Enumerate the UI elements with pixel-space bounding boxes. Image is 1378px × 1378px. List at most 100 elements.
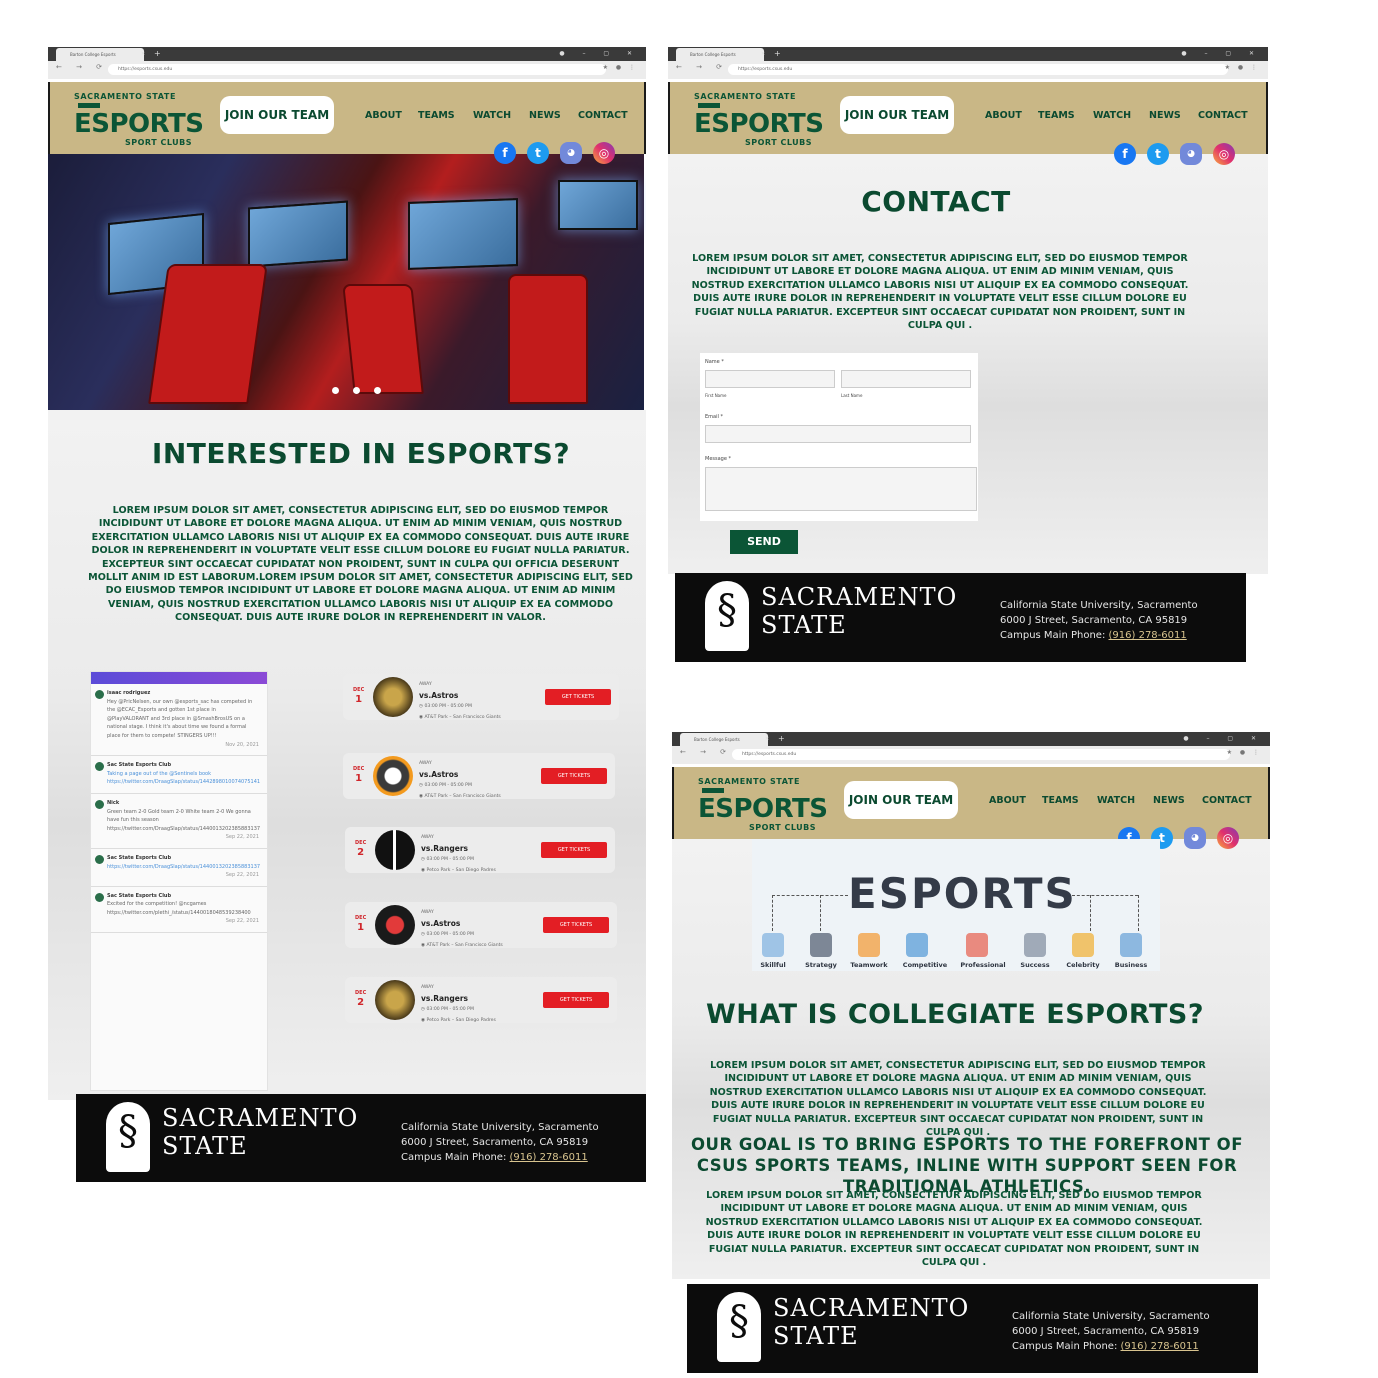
get-tickets-button[interactable]: GET TICKETS [541, 842, 607, 858]
esports-logo[interactable]: SACRAMENTO STATE ESPORTS SPORT CLUBS [698, 777, 828, 832]
last-name-label: Last Name [841, 393, 863, 398]
browser-tab[interactable]: Barton College Esports [676, 48, 764, 61]
instagram-icon[interactable]: ◎ [1217, 827, 1239, 849]
join-team-button[interactable]: JOIN OUR TEAM [220, 96, 334, 134]
browser-tab[interactable]: Barton College Esports [56, 48, 144, 61]
twitter-icon[interactable]: t [1147, 143, 1169, 165]
contact-form: Name * First Name Last Name Email * Mess… [700, 353, 978, 521]
extension-icons[interactable]: ★ ● ⋮ [603, 64, 638, 71]
nav-watch[interactable]: WATCH [1097, 795, 1135, 806]
get-tickets-button[interactable]: GET TICKETS [543, 917, 609, 933]
address-bar[interactable]: https://esports.csus.edu [728, 64, 1228, 75]
nav-contact[interactable]: CONTACT [1198, 110, 1248, 121]
address-bar[interactable]: https://esports.csus.edu [108, 64, 606, 75]
close-tab-icon[interactable]: ✕ [765, 732, 769, 746]
instagram-icon[interactable]: ◎ [593, 142, 615, 164]
site-footer: § SACRAMENTO STATE California State Unive… [76, 1094, 646, 1182]
address-bar[interactable]: https://esports.csus.edu [732, 749, 1230, 760]
event-date: DEC 2 [355, 990, 367, 1008]
carousel-dots[interactable] [332, 379, 395, 398]
get-tickets-button[interactable]: GET TICKETS [545, 689, 611, 705]
window-controls[interactable]: ● – ▢ ✕ [1183, 732, 1264, 746]
nav-contact[interactable]: CONTACT [1202, 795, 1252, 806]
nav-row: ← → ⟳ ⌂ https://esports.csus.edu ★ ● ⋮ [48, 61, 646, 79]
send-button[interactable]: SEND [730, 530, 798, 554]
instagram-icon[interactable]: ◎ [1213, 143, 1235, 165]
last-name-field[interactable] [841, 370, 971, 388]
message-field[interactable] [705, 467, 977, 511]
new-tab-icon[interactable]: + [774, 47, 781, 61]
nav-about[interactable]: ABOUT [365, 110, 402, 121]
footer-phone-link[interactable]: (916) 278-6011 [1109, 630, 1187, 641]
nav-about[interactable]: ABOUT [989, 795, 1026, 806]
event-card: DEC 1 AWAY vs.Astros ◷ 03:00 PM - 05:00 PM ◉… [345, 902, 617, 948]
smash-bros-icon [375, 830, 415, 870]
success-icon [1024, 933, 1046, 957]
league-of-legends-icon [375, 980, 415, 1020]
contact-heading: CONTACT [861, 185, 1011, 218]
tweet[interactable]: isaac rodriguez Hey @PricNelsen, our own … [91, 684, 267, 757]
sac-state-hornet-logo: § [106, 1102, 150, 1172]
sac-state-hornet-logo: § [717, 1292, 761, 1362]
competitive-icon [906, 933, 928, 957]
new-tab-icon[interactable]: + [778, 732, 785, 746]
strategy-icon [810, 933, 832, 957]
footer-phone-link[interactable]: (916) 278-6011 [1121, 1341, 1199, 1352]
nav-news[interactable]: NEWS [1153, 795, 1185, 806]
site-footer: § SACRAMENTO STATE California State Unive… [675, 573, 1246, 662]
tab-bar: Barton College Esports ✕ + ● – ▢ ✕ [48, 47, 646, 61]
twitter-icon[interactable]: t [527, 142, 549, 164]
nav-news[interactable]: NEWS [529, 110, 561, 121]
nav-watch[interactable]: WATCH [473, 110, 511, 121]
teamwork-icon [858, 933, 880, 957]
facebook-icon[interactable]: f [494, 142, 516, 164]
nav-teams[interactable]: TEAMS [1038, 110, 1075, 121]
tweet[interactable]: Sac State Esports Club Excited for the co… [91, 887, 267, 934]
tab-bar: Barton College Esports ✕ + ● – ▢ ✕ [672, 732, 1270, 746]
join-team-button[interactable]: JOIN OUR TEAM [844, 781, 958, 819]
nav-teams[interactable]: TEAMS [1042, 795, 1079, 806]
esports-logo[interactable]: SACRAMENTO STATE ESPORTS SPORT CLUBS [694, 92, 824, 147]
twitter-feed[interactable]: isaac rodriguez Hey @PricNelsen, our own … [90, 671, 268, 1091]
first-name-label: First Name [705, 393, 727, 398]
email-label: Email * [705, 414, 723, 420]
home-window: Barton College Esports ✕ + ● – ▢ ✕ ← → ⟳… [48, 47, 646, 1187]
event-card: DEC 1 AWAY vs.Astros ◷ 03:00 PM - 05:00 PM ◉… [343, 753, 615, 799]
get-tickets-button[interactable]: GET TICKETS [541, 768, 607, 784]
discord-icon[interactable]: ◕ [560, 142, 582, 164]
join-team-button[interactable]: JOIN OUR TEAM [840, 96, 954, 134]
close-tab-icon[interactable]: ✕ [761, 47, 765, 61]
browser-tab[interactable]: Barton College Esports [680, 733, 768, 746]
browser-chrome: Barton College Esports ✕ + ● – ▢ ✕ ← → ⟳… [672, 732, 1270, 764]
facebook-icon[interactable]: f [1114, 143, 1136, 165]
nav-contact[interactable]: CONTACT [578, 110, 628, 121]
nav-watch[interactable]: WATCH [1093, 110, 1131, 121]
esports-logo[interactable]: SACRAMENTO STATE ESPORTS SPORT CLUBS [74, 92, 204, 147]
footer-address: California State University, Sacramento 6… [401, 1122, 599, 1163]
close-tab-icon[interactable]: ✕ [141, 47, 145, 61]
nav-about[interactable]: ABOUT [985, 110, 1022, 121]
nav-teams[interactable]: TEAMS [418, 110, 455, 121]
first-name-field[interactable] [705, 370, 835, 388]
discord-icon[interactable]: ◕ [1184, 827, 1206, 849]
event-date: DEC 1 [353, 687, 365, 705]
nav-news[interactable]: NEWS [1149, 110, 1181, 121]
tweet[interactable]: Sac State Esports Club Taking a page out … [91, 756, 267, 794]
extension-icons[interactable]: ★ ● ⋮ [1227, 749, 1262, 756]
discord-icon[interactable]: ◕ [1180, 143, 1202, 165]
tweet[interactable]: Nick Green team 2-0 Gold team 2-0 White t… [91, 794, 267, 849]
event-date: DEC 2 [355, 840, 367, 858]
window-controls[interactable]: ● – ▢ ✕ [559, 47, 640, 61]
window-controls[interactable]: ● – ▢ ✕ [1181, 47, 1262, 61]
new-tab-icon[interactable]: + [154, 47, 161, 61]
contact-window: Barton College Esports ✕ + ● – ▢ ✕ ← → ⟳… [668, 47, 1268, 669]
get-tickets-button[interactable]: GET TICKETS [543, 992, 609, 1008]
tweet[interactable]: Sac State Esports Club https://twitter.co… [91, 849, 267, 887]
footer-university-name: SACRAMENTO STATE [761, 583, 958, 639]
message-label: Message * [705, 456, 732, 462]
hero-image [48, 154, 644, 410]
email-field[interactable] [705, 425, 971, 443]
event-card: DEC 2 AWAY vs.Rangers ◷ 03:00 PM - 05:00 PM… [345, 977, 617, 1023]
footer-phone-link[interactable]: (916) 278-6011 [510, 1152, 588, 1163]
extension-icons[interactable]: ★ ● ⋮ [1225, 64, 1260, 71]
